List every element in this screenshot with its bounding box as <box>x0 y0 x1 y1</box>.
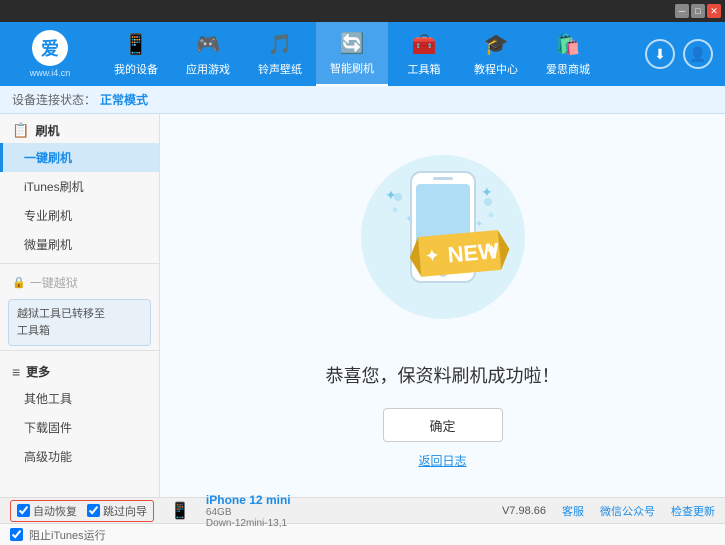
logo-area: 爱 www.i4.cn <box>0 22 100 86</box>
nav-items: 📱 我的设备 🎮 应用游戏 🎵 铃声壁纸 🔄 智能刷机 🧰 工具箱 🎓 教程中心… <box>100 22 645 86</box>
check-update-link[interactable]: 检查更新 <box>671 503 715 519</box>
nav-my-device-label: 我的设备 <box>114 61 158 77</box>
nav-my-device[interactable]: 📱 我的设备 <box>100 22 172 86</box>
nav-toolbox[interactable]: 🧰 工具箱 <box>388 22 460 86</box>
more-section-icon: ≡ <box>12 364 20 380</box>
bottom-right: V7.98.66 客服 微信公众号 检查更新 <box>502 503 715 519</box>
nav-smart-flash[interactable]: 🔄 智能刷机 <box>316 22 388 86</box>
sidebar-item-download-firmware[interactable]: 下载固件 <box>0 413 159 442</box>
jailbreak-section-title: 一键越狱 <box>30 274 78 291</box>
flash-section-icon: 📋 <box>12 122 29 139</box>
main-layout: 📋 刷机 一键刷机 iTunes刷机 专业刷机 微量刷机 🔒 一键越狱 越狱工具… <box>0 114 725 497</box>
status-bar: 设备连接状态： 正常模式 <box>0 86 725 114</box>
bottom-left: 自动恢复 跳过向导 📱 iPhone 12 mini 64GB Down-12m… <box>10 493 502 529</box>
auto-restore-checkbox[interactable] <box>17 504 30 517</box>
refresh-icon: 🔄 <box>340 31 365 56</box>
sidebar-jailbreak-section: 🔒 一键越狱 <box>0 268 159 295</box>
main-content: ✦ NEW ✦ ✦ ✦ ✦ ✦ 恭喜您，保资料刷机成功啦！ 确定 返回日志 <box>160 114 725 497</box>
flash-section-title: 刷机 <box>35 122 59 139</box>
svg-text:✦: ✦ <box>405 214 413 225</box>
close-button[interactable]: ✕ <box>707 4 721 18</box>
sidebar-divider-1 <box>0 263 159 264</box>
jailbreak-info-box: 越狱工具已转移至工具箱 <box>8 299 151 346</box>
device-section: 📱 iPhone 12 mini 64GB Down-12mini-13,1 <box>170 493 291 529</box>
svg-text:✦: ✦ <box>481 184 493 200</box>
nav-store-label: 爱思商城 <box>546 61 590 77</box>
store-icon: 🛍️ <box>556 32 581 57</box>
skip-wizard-text: 跳过向导 <box>103 503 147 519</box>
nav-ringtones[interactable]: 🎵 铃声壁纸 <box>244 22 316 86</box>
window-controls: ─ □ ✕ <box>675 4 721 18</box>
svg-text:✦: ✦ <box>475 219 483 230</box>
checkbox-group: 自动恢复 跳过向导 <box>10 500 154 522</box>
device-version: Down-12mini-13,1 <box>206 518 291 529</box>
sidebar-item-advanced[interactable]: 高级功能 <box>0 442 159 471</box>
sidebar: 📋 刷机 一键刷机 iTunes刷机 专业刷机 微量刷机 🔒 一键越狱 越狱工具… <box>0 114 160 497</box>
status-value: 正常模式 <box>100 91 148 108</box>
bottom-bar: 自动恢复 跳过向导 📱 iPhone 12 mini 64GB Down-12m… <box>0 497 725 523</box>
sidebar-item-micro-flash[interactable]: 微量刷机 <box>0 230 159 259</box>
status-label: 设备连接状态： <box>12 91 96 108</box>
music-icon: 🎵 <box>268 32 293 57</box>
nav-apps-games-label: 应用游戏 <box>186 61 230 77</box>
block-itunes-checkbox[interactable] <box>10 528 23 541</box>
version-text: V7.98.66 <box>502 505 546 517</box>
confirm-button[interactable]: 确定 <box>383 408 503 442</box>
sidebar-more-section: ≡ 更多 <box>0 355 159 384</box>
nav-tutorials[interactable]: 🎓 教程中心 <box>460 22 532 86</box>
title-bar: ─ □ ✕ <box>0 0 725 22</box>
sidebar-item-itunes-flash[interactable]: iTunes刷机 <box>0 172 159 201</box>
toolbox-icon: 🧰 <box>412 32 437 57</box>
auto-restore-text: 自动恢复 <box>33 503 77 519</box>
nav-store[interactable]: 🛍️ 爱思商城 <box>532 22 604 86</box>
sidebar-item-other-tools[interactable]: 其他工具 <box>0 384 159 413</box>
hero-illustration: ✦ NEW ✦ ✦ ✦ ✦ ✦ <box>343 142 543 342</box>
nav-right: ⬇ 👤 <box>645 39 725 69</box>
sidebar-item-pro-flash[interactable]: 专业刷机 <box>0 201 159 230</box>
device-info: iPhone 12 mini 64GB Down-12mini-13,1 <box>206 493 291 529</box>
service-link[interactable]: 客服 <box>562 503 584 519</box>
logo-icon: 爱 <box>32 30 68 66</box>
svg-text:✦: ✦ <box>423 245 440 266</box>
sidebar-flash-section: 📋 刷机 <box>0 114 159 143</box>
download-button[interactable]: ⬇ <box>645 39 675 69</box>
nav-smart-flash-label: 智能刷机 <box>330 60 374 76</box>
maximize-button[interactable]: □ <box>691 4 705 18</box>
skip-wizard-checkbox[interactable] <box>87 504 100 517</box>
device-storage: 64GB <box>206 507 291 518</box>
sidebar-divider-2 <box>0 350 159 351</box>
tutorials-icon: 🎓 <box>484 32 509 57</box>
lock-icon: 🔒 <box>12 276 26 289</box>
minimize-button[interactable]: ─ <box>675 4 689 18</box>
auto-restore-label[interactable]: 自动恢复 <box>17 503 77 519</box>
more-section-title: 更多 <box>26 363 50 380</box>
sidebar-item-one-key-flash[interactable]: 一键刷机 <box>0 143 159 172</box>
game-icon: 🎮 <box>196 32 221 57</box>
back-link[interactable]: 返回日志 <box>418 452 466 469</box>
header: 爱 www.i4.cn 📱 我的设备 🎮 应用游戏 🎵 铃声壁纸 🔄 智能刷机 … <box>0 22 725 86</box>
skip-wizard-label[interactable]: 跳过向导 <box>87 503 147 519</box>
nav-tutorials-label: 教程中心 <box>474 61 518 77</box>
itunes-label: 阻止iTunes运行 <box>29 527 106 543</box>
wechat-link[interactable]: 微信公众号 <box>600 503 655 519</box>
nav-ringtones-label: 铃声壁纸 <box>258 61 302 77</box>
nav-toolbox-label: 工具箱 <box>408 61 441 77</box>
hero-svg: ✦ NEW ✦ ✦ ✦ ✦ ✦ <box>343 142 543 342</box>
svg-text:✦: ✦ <box>385 187 397 203</box>
success-text: 恭喜您，保资料刷机成功啦！ <box>326 362 560 388</box>
logo-text: www.i4.cn <box>30 68 71 78</box>
device-name: iPhone 12 mini <box>206 493 291 507</box>
phone-icon: 📱 <box>124 32 149 57</box>
phone-small-icon: 📱 <box>170 501 190 521</box>
user-button[interactable]: 👤 <box>683 39 713 69</box>
nav-apps-games[interactable]: 🎮 应用游戏 <box>172 22 244 86</box>
svg-text:✦: ✦ <box>483 240 500 261</box>
